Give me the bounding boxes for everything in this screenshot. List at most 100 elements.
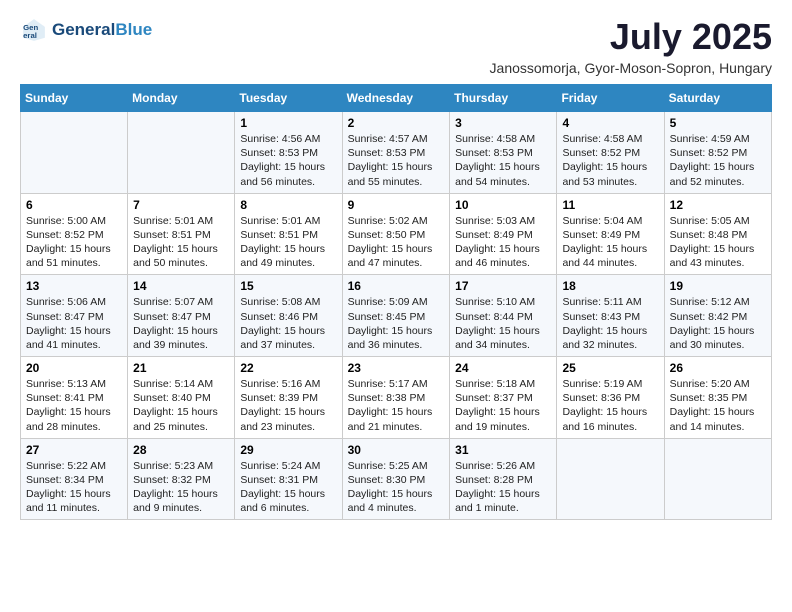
cell-content: Sunrise: 4:57 AMSunset: 8:53 PMDaylight:… (348, 132, 445, 189)
calendar-cell: 19 Sunrise: 5:12 AMSunset: 8:42 PMDayligh… (664, 275, 771, 357)
day-number: 20 (26, 361, 122, 375)
day-number: 31 (455, 443, 551, 457)
column-header-saturday: Saturday (664, 85, 771, 112)
cell-content: Sunrise: 5:19 AMSunset: 8:36 PMDaylight:… (562, 377, 658, 434)
day-number: 12 (670, 198, 766, 212)
calendar-cell: 31Sunrise: 5:26 AMSunset: 8:28 PMDayligh… (450, 438, 557, 520)
day-number: 23 (348, 361, 445, 375)
day-number: 4 (562, 116, 658, 130)
subtitle: Janossomorja, Gyor-Moson-Sopron, Hungary (490, 60, 772, 76)
day-number: 1 (240, 116, 336, 130)
calendar-header: SundayMondayTuesdayWednesdayThursdayFrid… (21, 85, 772, 112)
cell-content: Sunrise: 5:11 AMSunset: 8:43 PMDaylight:… (562, 295, 658, 352)
cell-content: Sunrise: 5:10 AMSunset: 8:44 PMDaylight:… (455, 295, 551, 352)
cell-content: Sunrise: 5:18 AMSunset: 8:37 PMDaylight:… (455, 377, 551, 434)
logo-icon: Gen eral (20, 16, 48, 44)
day-number: 29 (240, 443, 336, 457)
calendar-cell: 12 Sunrise: 5:05 AMSunset: 8:48 PMDayligh… (664, 193, 771, 275)
logo: Gen eral GeneralBlue (20, 16, 152, 44)
calendar-cell: 1 Sunrise: 4:56 AMSunset: 8:53 PMDaylight… (235, 112, 342, 194)
calendar-cell: 22 Sunrise: 5:16 AMSunset: 8:39 PMDayligh… (235, 357, 342, 439)
day-number: 8 (240, 198, 336, 212)
cell-content: Sunrise: 5:04 AMSunset: 8:49 PMDaylight:… (562, 214, 658, 271)
calendar-table: SundayMondayTuesdayWednesdayThursdayFrid… (20, 84, 772, 520)
day-number: 27 (26, 443, 122, 457)
cell-content: Sunrise: 4:56 AMSunset: 8:53 PMDaylight:… (240, 132, 336, 189)
cell-content: Sunrise: 4:59 AMSunset: 8:52 PMDaylight:… (670, 132, 766, 189)
page-header: Gen eral GeneralBlue July 2025 Janossomo… (20, 16, 772, 76)
calendar-cell: 30 Sunrise: 5:25 AMSunset: 8:30 PMDayligh… (342, 438, 450, 520)
cell-content: Sunrise: 5:17 AMSunset: 8:38 PMDaylight:… (348, 377, 445, 434)
cell-content: Sunrise: 5:23 AMSunset: 8:32 PMDaylight:… (133, 459, 229, 516)
calendar-cell: 14Sunrise: 5:07 AMSunset: 8:47 PMDayligh… (128, 275, 235, 357)
day-number: 15 (240, 279, 336, 293)
calendar-cell: 6 Sunrise: 5:00 AMSunset: 8:52 PMDaylight… (21, 193, 128, 275)
day-number: 24 (455, 361, 551, 375)
calendar-cell: 26 Sunrise: 5:20 AMSunset: 8:35 PMDayligh… (664, 357, 771, 439)
calendar-week-4: 20 Sunrise: 5:13 AMSunset: 8:41 PMDayligh… (21, 357, 772, 439)
calendar-cell: 11Sunrise: 5:04 AMSunset: 8:49 PMDayligh… (557, 193, 664, 275)
day-number: 19 (670, 279, 766, 293)
column-header-monday: Monday (128, 85, 235, 112)
cell-content: Sunrise: 5:00 AMSunset: 8:52 PMDaylight:… (26, 214, 122, 271)
calendar-cell (128, 112, 235, 194)
calendar-cell: 5Sunrise: 4:59 AMSunset: 8:52 PMDaylight… (664, 112, 771, 194)
cell-content: Sunrise: 4:58 AMSunset: 8:52 PMDaylight:… (562, 132, 658, 189)
column-header-thursday: Thursday (450, 85, 557, 112)
column-header-friday: Friday (557, 85, 664, 112)
cell-content: Sunrise: 5:14 AMSunset: 8:40 PMDaylight:… (133, 377, 229, 434)
calendar-cell: 3Sunrise: 4:58 AMSunset: 8:53 PMDaylight… (450, 112, 557, 194)
cell-content: Sunrise: 4:58 AMSunset: 8:53 PMDaylight:… (455, 132, 551, 189)
day-number: 25 (562, 361, 658, 375)
cell-content: Sunrise: 5:06 AMSunset: 8:47 PMDaylight:… (26, 295, 122, 352)
cell-content: Sunrise: 5:13 AMSunset: 8:41 PMDaylight:… (26, 377, 122, 434)
cell-content: Sunrise: 5:20 AMSunset: 8:35 PMDaylight:… (670, 377, 766, 434)
cell-content: Sunrise: 5:03 AMSunset: 8:49 PMDaylight:… (455, 214, 551, 271)
cell-content: Sunrise: 5:01 AMSunset: 8:51 PMDaylight:… (240, 214, 336, 271)
calendar-cell: 2Sunrise: 4:57 AMSunset: 8:53 PMDaylight… (342, 112, 450, 194)
title-block: July 2025 Janossomorja, Gyor-Moson-Sopro… (490, 16, 772, 76)
cell-content: Sunrise: 5:25 AMSunset: 8:30 PMDaylight:… (348, 459, 445, 516)
calendar-cell: 28 Sunrise: 5:23 AMSunset: 8:32 PMDayligh… (128, 438, 235, 520)
calendar-week-2: 6 Sunrise: 5:00 AMSunset: 8:52 PMDaylight… (21, 193, 772, 275)
day-number: 10 (455, 198, 551, 212)
calendar-cell: 9Sunrise: 5:02 AMSunset: 8:50 PMDaylight… (342, 193, 450, 275)
calendar-cell: 8 Sunrise: 5:01 AMSunset: 8:51 PMDaylight… (235, 193, 342, 275)
calendar-week-5: 27 Sunrise: 5:22 AMSunset: 8:34 PMDayligh… (21, 438, 772, 520)
day-number: 6 (26, 198, 122, 212)
calendar-cell: 24 Sunrise: 5:18 AMSunset: 8:37 PMDayligh… (450, 357, 557, 439)
column-header-tuesday: Tuesday (235, 85, 342, 112)
cell-content: Sunrise: 5:09 AMSunset: 8:45 PMDaylight:… (348, 295, 445, 352)
month-title: July 2025 (490, 16, 772, 58)
cell-content: Sunrise: 5:12 AMSunset: 8:42 PMDaylight:… (670, 295, 766, 352)
day-number: 16 (348, 279, 445, 293)
calendar-cell (21, 112, 128, 194)
calendar-cell: 4 Sunrise: 4:58 AMSunset: 8:52 PMDaylight… (557, 112, 664, 194)
cell-content: Sunrise: 5:07 AMSunset: 8:47 PMDaylight:… (133, 295, 229, 352)
cell-content: Sunrise: 5:22 AMSunset: 8:34 PMDaylight:… (26, 459, 122, 516)
cell-content: Sunrise: 5:05 AMSunset: 8:48 PMDaylight:… (670, 214, 766, 271)
cell-content: Sunrise: 5:02 AMSunset: 8:50 PMDaylight:… (348, 214, 445, 271)
calendar-cell (664, 438, 771, 520)
day-number: 17 (455, 279, 551, 293)
calendar-cell: 16 Sunrise: 5:09 AMSunset: 8:45 PMDayligh… (342, 275, 450, 357)
cell-content: Sunrise: 5:24 AMSunset: 8:31 PMDaylight:… (240, 459, 336, 516)
calendar-cell: 25 Sunrise: 5:19 AMSunset: 8:36 PMDayligh… (557, 357, 664, 439)
calendar-cell: 20 Sunrise: 5:13 AMSunset: 8:41 PMDayligh… (21, 357, 128, 439)
cell-content: Sunrise: 5:16 AMSunset: 8:39 PMDaylight:… (240, 377, 336, 434)
calendar-cell: 10 Sunrise: 5:03 AMSunset: 8:49 PMDayligh… (450, 193, 557, 275)
calendar-cell: 13Sunrise: 5:06 AMSunset: 8:47 PMDayligh… (21, 275, 128, 357)
cell-content: Sunrise: 5:08 AMSunset: 8:46 PMDaylight:… (240, 295, 336, 352)
day-number: 30 (348, 443, 445, 457)
calendar-cell: 7Sunrise: 5:01 AMSunset: 8:51 PMDaylight… (128, 193, 235, 275)
calendar-cell: 17 Sunrise: 5:10 AMSunset: 8:44 PMDayligh… (450, 275, 557, 357)
day-number: 22 (240, 361, 336, 375)
column-header-wednesday: Wednesday (342, 85, 450, 112)
calendar-cell (557, 438, 664, 520)
calendar-week-1: 1 Sunrise: 4:56 AMSunset: 8:53 PMDaylight… (21, 112, 772, 194)
calendar-week-3: 13Sunrise: 5:06 AMSunset: 8:47 PMDayligh… (21, 275, 772, 357)
day-number: 28 (133, 443, 229, 457)
day-number: 26 (670, 361, 766, 375)
calendar-cell: 29 Sunrise: 5:24 AMSunset: 8:31 PMDayligh… (235, 438, 342, 520)
calendar-cell: 23 Sunrise: 5:17 AMSunset: 8:38 PMDayligh… (342, 357, 450, 439)
